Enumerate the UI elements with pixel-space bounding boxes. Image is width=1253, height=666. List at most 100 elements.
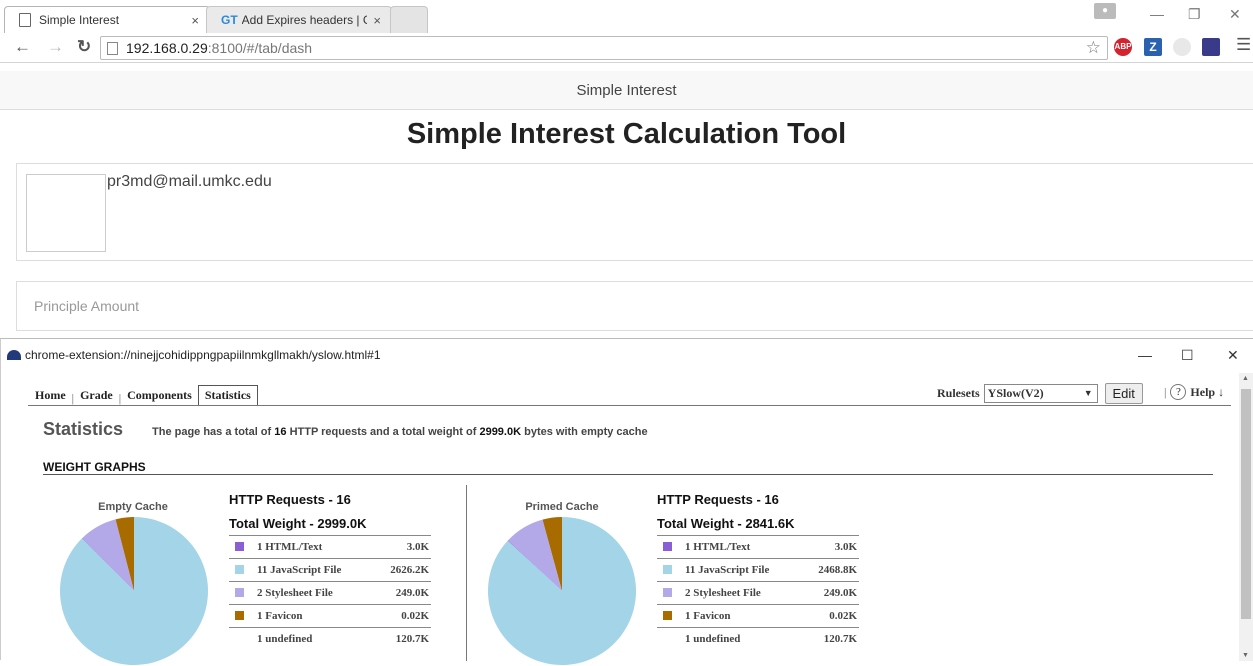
legend-label: 1 undefined — [685, 633, 741, 645]
menu-icon[interactable]: ☰ — [1236, 36, 1251, 54]
new-tab-button[interactable] — [390, 6, 428, 33]
legend-swatch — [663, 542, 672, 551]
tab-statistics[interactable]: Statistics — [197, 385, 258, 406]
bookmark-star-icon[interactable]: ☆ — [1086, 38, 1101, 58]
legend-swatch — [663, 611, 672, 620]
legend-size: 120.7K — [823, 633, 857, 645]
legend-size: 249.0K — [823, 587, 857, 599]
rulesets-label: Rulesets — [937, 386, 980, 400]
page-title: Simple Interest Calculation Tool — [406, 118, 847, 150]
desc-suffix: bytes with empty cache — [524, 426, 648, 438]
legend-label: 11 JavaScript File — [257, 564, 342, 576]
browser-toolbar: ← → ↻ 192.168.0.29:8100/#/tab/dash ☆ — [0, 33, 1253, 63]
legend-size: 3.0K — [406, 541, 429, 553]
profile-icon[interactable]: ● — [1094, 3, 1116, 19]
weight-graphs-heading: WEIGHT GRAPHS — [43, 460, 146, 474]
separator: | — [1164, 384, 1167, 399]
legend-swatch — [235, 565, 244, 574]
tab-grade[interactable]: Grade — [74, 388, 119, 406]
statistics-description: The page has a total of 16 HTTP requests… — [152, 426, 648, 438]
desc-prefix: The page has a total of — [152, 426, 272, 438]
zotero-icon[interactable]: Z — [1144, 38, 1162, 56]
principle-amount-placeholder: Principle Amount — [34, 298, 140, 314]
popup-titlebar: chrome-extension://ninejjcohidippngpapii… — [1, 339, 1253, 371]
legend-label: 1 Favicon — [257, 610, 303, 622]
forward-icon[interactable]: → — [47, 38, 64, 56]
legend-label: 1 undefined — [257, 633, 313, 645]
page-icon — [19, 13, 31, 27]
legend-label: 1 HTML/Text — [685, 541, 751, 553]
gtmetrix-logo-icon: GT — [221, 13, 238, 27]
legend-size: 120.7K — [395, 633, 429, 645]
legend-size: 0.02K — [401, 610, 429, 622]
popup-maximize-icon[interactable]: ☐ — [1181, 347, 1194, 364]
desc-weight: 2999.0K — [479, 426, 522, 438]
legend-row: 1 undefined 120.7K — [657, 627, 859, 650]
yslow-tab-bar: Home | Grade | Components Statistics — [29, 385, 258, 406]
help-icon[interactable]: ? — [1170, 384, 1187, 400]
scroll-up-icon[interactable]: ▲ — [1242, 375, 1249, 382]
legend-row: 1 HTML/Text 3.0K — [657, 535, 859, 558]
chevron-down-icon: ▼ — [1083, 388, 1093, 398]
yslow-extension-icon[interactable] — [1202, 38, 1220, 56]
scroll-thumb[interactable] — [1241, 389, 1251, 619]
desc-mid: HTTP requests and a total weight of — [289, 426, 477, 438]
legend-swatch — [235, 611, 244, 620]
help-label[interactable]: Help ↓ — [1190, 385, 1224, 400]
legend-label: 2 Stylesheet File — [685, 587, 761, 599]
legend-label: 1 Favicon — [685, 610, 731, 622]
back-icon[interactable]: ← — [14, 38, 31, 56]
reload-icon[interactable]: ↻ — [77, 38, 91, 56]
rulesets-control: Rulesets YSlow(V2) ▼ Edit — [937, 383, 1143, 404]
legend-row: 1 HTML/Text 3.0K — [229, 535, 431, 558]
popup-minimize-icon[interactable]: — — [1138, 347, 1152, 363]
user-card: pr3md@mail.umkc.edu — [16, 163, 1253, 261]
close-window-icon[interactable]: ✕ — [1229, 6, 1241, 23]
ruleset-select[interactable]: YSlow(V2) ▼ — [983, 384, 1098, 403]
legend-row: 2 Stylesheet File 249.0K — [229, 581, 431, 604]
ruleset-value: YSlow(V2) — [987, 386, 1044, 400]
popup-url: chrome-extension://ninejjcohidippngpapii… — [25, 348, 381, 362]
legend-swatch — [235, 542, 244, 551]
empty-cache-requests: HTTP Requests - 16 — [229, 492, 351, 507]
tab-bar-rule — [28, 405, 1231, 406]
help-menu[interactable]: | ? Help ↓ — [1164, 384, 1224, 400]
close-icon[interactable]: × — [191, 13, 199, 28]
legend-row: 11 JavaScript File 2468.8K — [657, 558, 859, 581]
legend-swatch — [235, 588, 244, 597]
empty-cache-total-weight: Total Weight - 2999.0K — [229, 516, 367, 531]
legend-row: 1 Favicon 0.02K — [229, 604, 431, 627]
primed-cache-requests: HTTP Requests - 16 — [657, 492, 779, 507]
url-path: :8100/#/tab/dash — [207, 40, 313, 56]
legend-size: 3.0K — [834, 541, 857, 553]
tab-gtmetrix[interactable]: GT Add Expires headers | GTm × — [206, 6, 392, 33]
scroll-down-icon[interactable]: ▼ — [1242, 652, 1249, 659]
yslow-icon — [7, 350, 21, 360]
tab-simple-interest[interactable]: Simple Interest × — [4, 6, 210, 33]
primed-cache-total-weight: Total Weight - 2841.6K — [657, 516, 795, 531]
legend-label: 1 HTML/Text — [257, 541, 323, 553]
primed-cache-legend: 1 HTML/Text 3.0K 11 JavaScript File 2468.8K… — [657, 535, 859, 650]
statistics-heading: Statistics — [43, 419, 124, 439]
edit-button[interactable]: Edit — [1104, 383, 1143, 404]
desc-requests: 16 — [274, 426, 287, 438]
address-bar[interactable]: 192.168.0.29:8100/#/tab/dash ☆ — [100, 36, 1108, 60]
restore-icon[interactable]: ❐ — [1188, 6, 1201, 23]
legend-size: 2626.2K — [390, 564, 429, 576]
tab-components[interactable]: Components — [121, 388, 198, 406]
legend-size: 249.0K — [395, 587, 429, 599]
legend-row: 1 undefined 120.7K — [229, 627, 431, 650]
tab-home[interactable]: Home — [29, 388, 72, 406]
principle-amount-field[interactable]: Principle Amount — [16, 281, 1253, 331]
legend-size: 0.02K — [829, 610, 857, 622]
primed-cache-label: Primed Cache — [525, 501, 599, 513]
legend-row: 1 Favicon 0.02K — [657, 604, 859, 627]
adblock-plus-icon[interactable]: ABP — [1114, 38, 1132, 56]
page-icon — [107, 41, 118, 55]
close-icon[interactable]: × — [373, 13, 381, 28]
extension-icon[interactable] — [1173, 38, 1191, 56]
scrollbar[interactable]: ▲ ▼ — [1239, 373, 1253, 661]
legend-label: 2 Stylesheet File — [257, 587, 333, 599]
popup-close-icon[interactable]: ✕ — [1227, 347, 1239, 364]
minimize-icon[interactable]: — — [1150, 6, 1164, 22]
